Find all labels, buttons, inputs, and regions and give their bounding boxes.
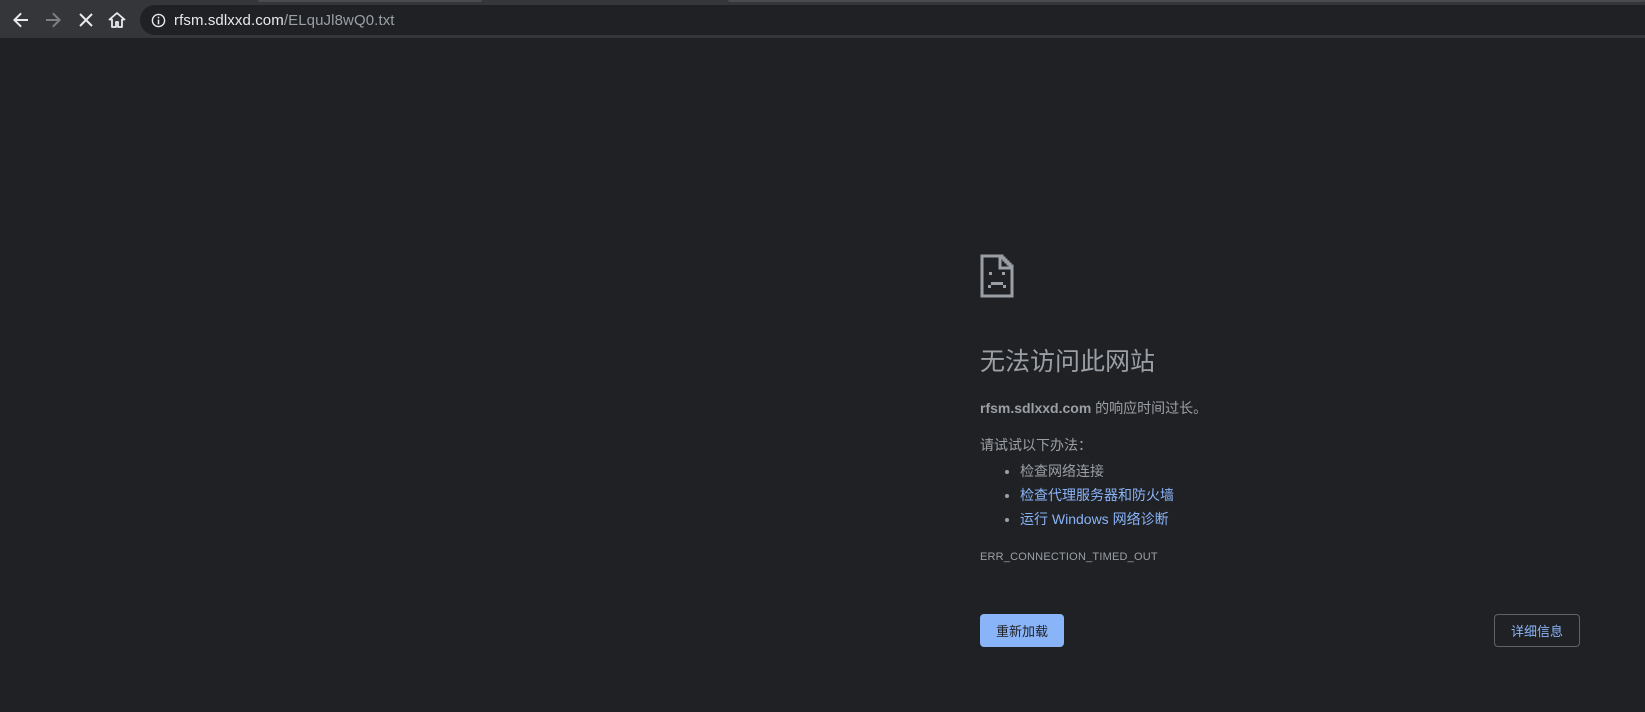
error-summary-host: rfsm.sdlxxd.com xyxy=(980,400,1092,416)
error-code: ERR_CONNECTION_TIMED_OUT xyxy=(980,551,1158,563)
list-item: 检查网络连接 xyxy=(1020,459,1580,483)
sad-page-icon xyxy=(980,254,1014,298)
url-path: /ELquJl8wQ0.txt xyxy=(283,11,395,29)
home-button[interactable] xyxy=(103,6,131,34)
back-arrow-icon xyxy=(12,11,30,29)
details-button[interactable]: 详细信息 xyxy=(1494,614,1580,647)
error-summary: rfsm.sdlxxd.com 的响应时间过长。 xyxy=(980,398,1580,418)
list-item: 检查代理服务器和防火墙 xyxy=(1020,483,1580,507)
url-host: rfsm.sdlxxd.com xyxy=(174,11,284,29)
close-icon xyxy=(78,12,94,28)
home-icon xyxy=(108,11,126,29)
error-summary-text: 的响应时间过长。 xyxy=(1091,400,1208,416)
list-item: 运行 Windows 网络诊断 xyxy=(1020,507,1580,531)
forward-button[interactable] xyxy=(39,6,67,34)
tab-strip-edge xyxy=(728,0,1645,2)
suggestion-check-proxy-link[interactable]: 检查代理服务器和防火墙 xyxy=(1020,487,1174,503)
suggestion-windows-diagnostics-link[interactable]: 运行 Windows 网络诊断 xyxy=(1020,511,1169,527)
suggestions-list: 检查网络连接 检查代理服务器和防火墙 运行 Windows 网络诊断 xyxy=(980,459,1580,531)
reload-button[interactable]: 重新加载 xyxy=(980,614,1064,647)
suggestion-check-connection: 检查网络连接 xyxy=(1020,463,1104,479)
info-icon[interactable] xyxy=(150,12,166,28)
address-bar[interactable]: rfsm.sdlxxd.com/ELquJl8wQ0.txt xyxy=(140,5,1645,35)
error-title: 无法访问此网站 xyxy=(980,348,1156,376)
suggestions-heading: 请试试以下办法： xyxy=(980,437,1092,453)
url-text[interactable]: rfsm.sdlxxd.com/ELquJl8wQ0.txt xyxy=(174,12,395,29)
forward-arrow-icon xyxy=(44,11,62,29)
tab-strip-edge xyxy=(258,0,482,2)
browser-toolbar: rfsm.sdlxxd.com/ELquJl8wQ0.txt xyxy=(0,0,1645,38)
error-content: 无法访问此网站 rfsm.sdlxxd.com 的响应时间过长。 请试试以下办法… xyxy=(980,254,1580,563)
back-button[interactable] xyxy=(7,6,35,34)
stop-button[interactable] xyxy=(72,6,100,34)
